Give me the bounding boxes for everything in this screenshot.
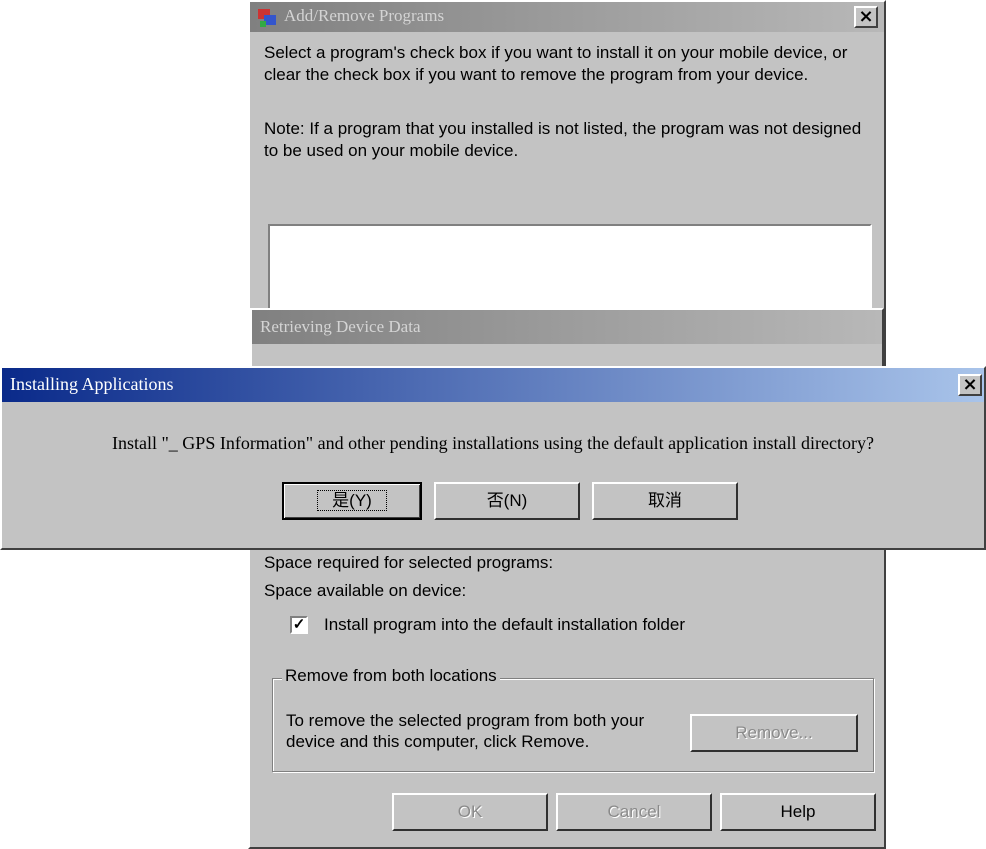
intro-text: Select a program's check box if you want… (264, 43, 848, 84)
remove-button[interactable]: Remove... (690, 714, 858, 752)
install-message: Install "_ GPS Information" and other pe… (111, 433, 875, 453)
install-default-text: Install program into the default install… (324, 615, 685, 634)
cancel-button[interactable]: Cancel (556, 793, 712, 831)
no-button[interactable]: 否(N) (434, 482, 580, 520)
note-text: Note: If a program that you installed is… (264, 119, 862, 160)
install-default-label[interactable]: Install program into the default install… (324, 614, 685, 636)
help-button[interactable]: Help (720, 793, 876, 831)
add-remove-title: Add/Remove Programs (284, 6, 445, 25)
installing-applications-dialog: Installing Applications × Install "_ GPS… (0, 366, 986, 550)
remove-group-legend: Remove from both locations (282, 666, 500, 686)
space-available-label: Space available on device: (264, 581, 467, 600)
install-default-checkbox[interactable]: ✓ (290, 616, 308, 634)
ok-button[interactable]: OK (392, 793, 548, 831)
space-required-label: Space required for selected programs: (264, 553, 554, 572)
retrieving-titlebar: Retrieving Device Data (252, 310, 882, 344)
close-icon[interactable]: × (958, 374, 982, 396)
yes-button-label: 是(Y) (317, 490, 387, 511)
close-icon[interactable]: × (854, 6, 878, 28)
yes-button[interactable]: 是(Y) (282, 482, 422, 520)
installing-title: Installing Applications (10, 374, 174, 394)
cancel-button[interactable]: 取消 (592, 482, 738, 520)
program-list[interactable] (268, 224, 872, 314)
retrieving-device-data-window: Retrieving Device Data (250, 308, 884, 372)
installing-titlebar: Installing Applications × (2, 368, 984, 402)
add-remove-titlebar: Add/Remove Programs × (250, 2, 884, 32)
remove-description: To remove the selected program from both… (286, 711, 645, 751)
retrieving-title: Retrieving Device Data (260, 317, 421, 336)
program-icon (258, 9, 276, 27)
